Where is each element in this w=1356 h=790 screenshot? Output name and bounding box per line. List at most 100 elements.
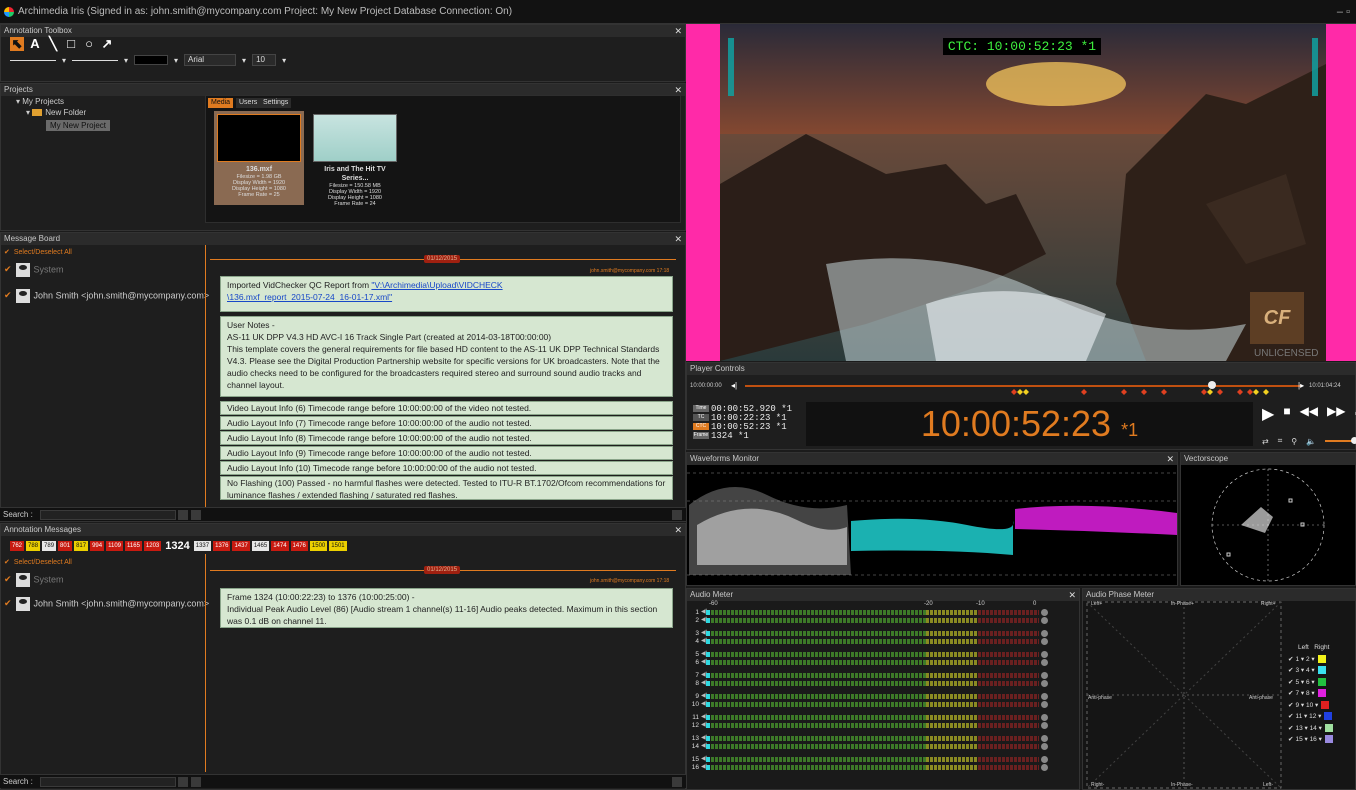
rectangle-tool[interactable]: □ [64,37,78,51]
annotation-frame-chip[interactable]: 801 [58,541,73,551]
chevron-down-icon[interactable]: ▾ [124,56,128,65]
annotation-frame-chip[interactable]: 1337 [193,541,212,551]
annotation-frame-chip[interactable]: 1109 [106,541,123,551]
legend-item[interactable]: ✔ 1 ▾ 2 ▾ [1288,654,1333,666]
solo-toggle[interactable] [1041,672,1048,679]
select-all-toggle[interactable]: ✔ Select/Deselect All [4,558,209,568]
rewind-icon[interactable]: ◀◀ [1300,404,1318,424]
arrow-tool[interactable]: ↗ [100,37,114,51]
legend-item[interactable]: ✔ 5 ▾ 6 ▾ [1288,677,1333,689]
close-icon[interactable]: ✕ [1166,453,1174,465]
solo-toggle[interactable] [1041,609,1048,616]
user-item-system[interactable]: ✔ System [4,263,209,277]
font-size-select[interactable]: 10 [252,54,277,66]
solo-toggle[interactable] [1041,756,1048,763]
search-next-button[interactable] [191,777,201,787]
search-prev-button[interactable] [178,510,188,520]
line-style-preview[interactable] [10,59,56,61]
close-icon[interactable]: ✕ [674,233,682,245]
chevron-down-icon[interactable]: ▾ [62,56,66,65]
tree-folder[interactable]: ▾ New Folder [16,107,110,118]
select-all-toggle[interactable]: ✔ Select/Deselect All [4,248,209,258]
annotation-frame-chip[interactable]: 1474 [271,541,289,551]
media-card[interactable]: Iris and The Hit TV Series... Filesize =… [310,111,400,207]
color-swatch[interactable] [134,55,169,65]
line-tool[interactable]: ╲ [46,37,60,51]
solo-toggle[interactable] [1041,693,1048,700]
user-item-system[interactable]: ✔ System [4,573,209,587]
solo-toggle[interactable] [1041,680,1048,687]
chevron-down-icon[interactable]: ▾ [242,56,246,65]
line-width-preview[interactable] [72,59,119,61]
annotation-frame-chip[interactable]: 762 [10,541,25,551]
ellipse-tool[interactable]: ○ [82,37,96,51]
annotation-frame-chip[interactable]: 788 [26,541,41,551]
annotation-frame-chip[interactable]: 1376 [213,541,231,551]
annotation-frame-chip[interactable]: 1501 [329,541,347,551]
legend-item[interactable]: ✔ 11 ▾ 12 ▾ [1288,711,1333,723]
search-prev-button[interactable] [178,777,188,787]
search-input[interactable] [40,777,176,787]
solo-toggle[interactable] [1041,659,1048,666]
go-to-start-icon[interactable]: ◂| [731,381,737,390]
solo-toggle[interactable] [1041,630,1048,637]
solo-toggle[interactable] [1041,701,1048,708]
annotation-frame-chip[interactable]: 1203 [143,541,162,551]
solo-toggle[interactable] [1041,714,1048,721]
report-link[interactable]: "V:\Archimedia\Upload\VIDCHECK [371,280,502,290]
annotation-frame-chip[interactable]: 994 [90,541,105,551]
user-item-john[interactable]: ✔ John Smith <john.smith@mycompany.com> [4,597,209,611]
solo-toggle[interactable] [1041,638,1048,645]
user-item-john[interactable]: ✔ John Smith <john.smith@mycompany.com> [4,289,209,303]
select-tool[interactable]: ⬉ [10,37,24,51]
legend-item[interactable]: ✔ 15 ▾ 16 ▾ [1288,734,1333,746]
annotation-frame-chip[interactable]: 1437 [232,541,250,551]
solo-toggle[interactable] [1041,651,1048,658]
tab-media[interactable]: Media [208,98,234,108]
window-controls[interactable]: – ▫ [1337,0,1350,24]
volume-icon[interactable]: 🔈 [1306,437,1316,446]
volume-knob[interactable] [1350,437,1356,444]
chevron-down-icon[interactable]: ▾ [282,56,286,65]
search-input[interactable] [40,510,176,520]
tab-settings[interactable]: Settings [260,98,292,108]
annotation-frame-chip[interactable]: 1165 [125,541,142,551]
solo-toggle[interactable] [1041,617,1048,624]
stop-icon[interactable]: ■ [1283,404,1290,424]
legend-item[interactable]: ✔ 9 ▾ 10 ▾ [1288,700,1333,712]
send-button[interactable] [672,510,682,520]
solo-toggle[interactable] [1041,722,1048,729]
legend-item[interactable]: ✔ 3 ▾ 4 ▾ [1288,665,1333,677]
annotation-frame-chip[interactable]: 1465 [251,541,270,551]
chevron-down-icon[interactable]: ▾ [174,56,178,65]
report-link[interactable]: \136.mxf_report_2015-07-24_16-01-17.xml" [227,292,392,302]
legend-item[interactable]: ✔ 13 ▾ 14 ▾ [1288,723,1333,735]
annotation-frame-chip[interactable]: 789 [42,541,57,551]
font-select[interactable]: Arial [184,54,237,66]
annotation-frame-chip[interactable]: 1324 [163,540,191,552]
fit-icon[interactable]: ⌗ [1278,436,1283,446]
search-next-button[interactable] [191,510,201,520]
volume-slider[interactable] [1325,437,1356,444]
solo-toggle[interactable] [1041,735,1048,742]
send-button[interactable] [672,777,682,787]
play-icon[interactable]: ▶ [1262,404,1274,424]
legend-item[interactable]: ✔ 7 ▾ 8 ▾ [1288,688,1333,700]
close-icon[interactable]: ✕ [1068,589,1076,601]
loop-icon[interactable]: ⇄ [1262,437,1269,446]
media-card[interactable]: 136.mxf Filesize = 1.98 GB Display Width… [214,111,304,205]
solo-toggle[interactable] [1041,743,1048,750]
tree-root[interactable]: ▾ My Projects [16,96,110,107]
text-tool[interactable]: A [28,37,42,51]
close-icon[interactable]: ✕ [674,25,682,37]
tab-users[interactable]: Users [236,98,261,108]
go-to-end-icon[interactable]: |▸ [1298,381,1304,390]
annotation-frame-chip[interactable]: 1476 [290,541,308,551]
fast-forward-icon[interactable]: ▶▶ [1327,404,1345,424]
zoom-icon[interactable]: ⚲ [1291,437,1297,446]
close-icon[interactable]: ✕ [674,524,682,536]
annotation-frame-chip[interactable]: 1500 [309,541,328,551]
tree-project[interactable]: My New Project [16,120,111,131]
annotation-frame-chip[interactable]: 817 [74,541,89,551]
solo-toggle[interactable] [1041,764,1048,771]
